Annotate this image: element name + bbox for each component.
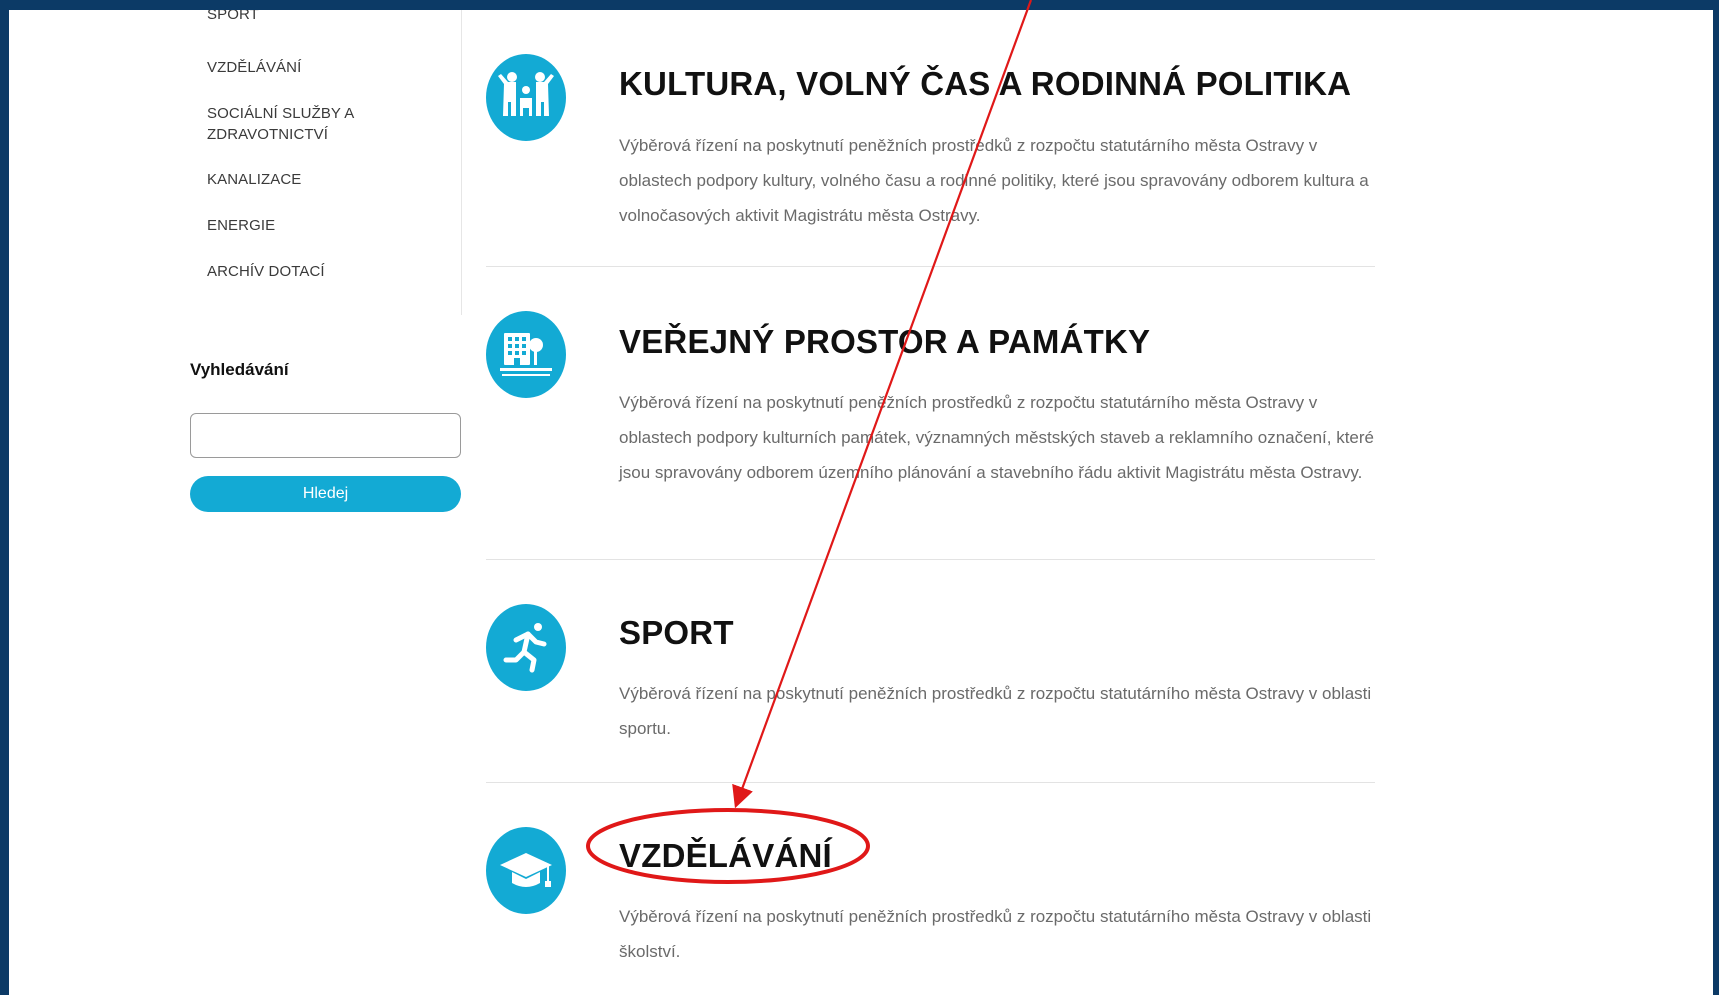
sidebar-item-vzdelavani[interactable]: VZDĚLÁVÁNÍ bbox=[207, 57, 447, 78]
building-icon bbox=[486, 311, 566, 398]
card-description: Výběrová řízení na poskytnutí peněžních … bbox=[619, 907, 1372, 961]
card-title[interactable]: VEŘEJNÝ PROSTOR A PAMÁTKY bbox=[619, 323, 1150, 361]
card-description: Výběrová řízení na poskytnutí peněžních … bbox=[619, 393, 1374, 482]
search-button[interactable]: Hledej bbox=[190, 476, 461, 512]
card-vzdelavani: VZDĚLÁVÁNÍ Výběrová řízení na poskytnutí… bbox=[486, 827, 1375, 967]
sidebar-item-socialni-sluzby[interactable]: SOCIÁLNÍ SLUŽBY A ZDRAVOTNICTVÍ bbox=[207, 103, 397, 145]
sidebar-item-sport[interactable]: SPORT bbox=[207, 10, 447, 25]
sidebar-item-kanalizace[interactable]: KANALIZACE bbox=[207, 169, 447, 190]
card-verejny-prostor: VEŘEJNÝ PROSTOR A PAMÁTKY Výběrová řízen… bbox=[486, 311, 1375, 511]
sidebar-nav: SPORT VZDĚLÁVÁNÍ SOCIÁLNÍ SLUŽBY A ZDRAV… bbox=[9, 10, 462, 315]
divider bbox=[486, 782, 1375, 783]
divider bbox=[486, 559, 1375, 560]
graduation-cap-icon bbox=[486, 827, 566, 914]
family-icon bbox=[486, 54, 566, 141]
card-kultura: KULTURA, VOLNÝ ČAS A RODINNÁ POLITIKA Vý… bbox=[486, 54, 1375, 244]
search-title: Vyhledávání bbox=[190, 360, 289, 379]
card-description: Výběrová řízení na poskytnutí peněžních … bbox=[619, 136, 1369, 225]
card-sport: SPORT Výběrová řízení na poskytnutí peně… bbox=[486, 604, 1375, 744]
sidebar-item-energie[interactable]: ENERGIE bbox=[207, 215, 447, 236]
sidebar-item-archiv-dotaci[interactable]: ARCHÍV DOTACÍ bbox=[207, 261, 447, 282]
runner-icon bbox=[486, 604, 566, 691]
card-description: Výběrová řízení na poskytnutí peněžních … bbox=[619, 684, 1372, 738]
card-title[interactable]: SPORT bbox=[619, 614, 734, 652]
card-title[interactable]: KULTURA, VOLNÝ ČAS A RODINNÁ POLITIKA bbox=[619, 65, 1351, 103]
divider bbox=[486, 266, 1375, 267]
search-input[interactable] bbox=[190, 413, 461, 458]
card-title[interactable]: VZDĚLÁVÁNÍ bbox=[619, 837, 832, 875]
page: SPORT VZDĚLÁVÁNÍ SOCIÁLNÍ SLUŽBY A ZDRAV… bbox=[9, 10, 1713, 995]
